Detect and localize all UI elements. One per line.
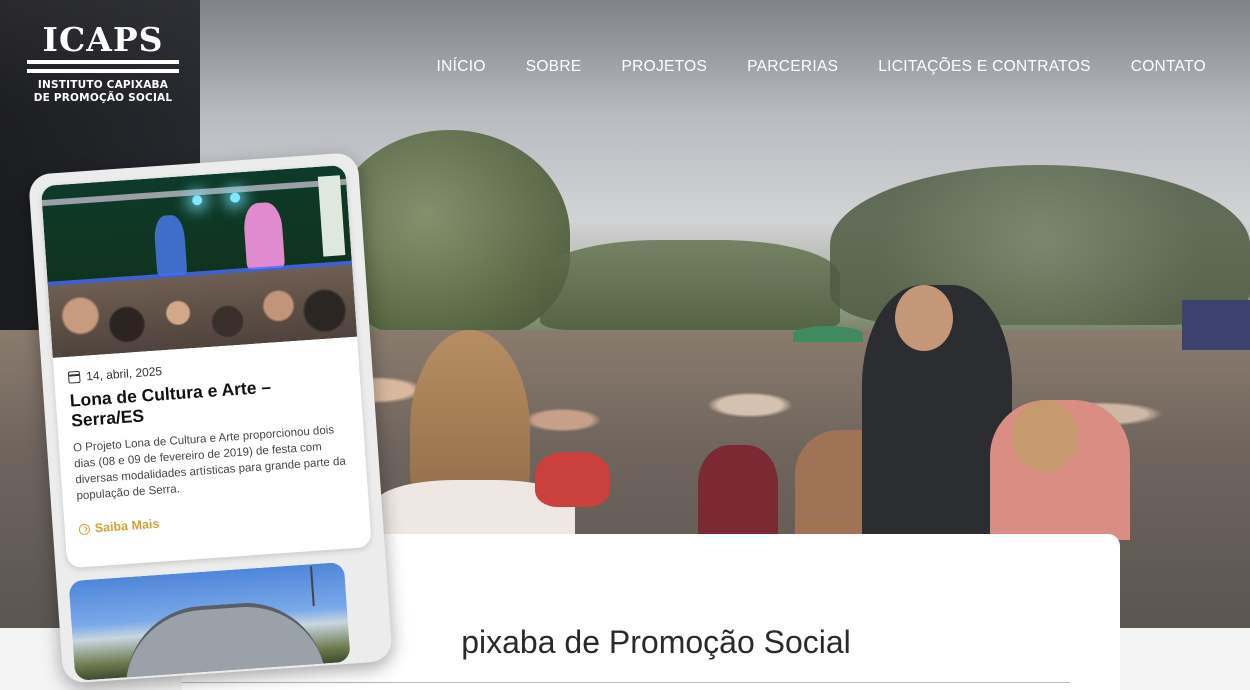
logo-wordmark: ICAPS <box>42 20 164 59</box>
light-pole <box>309 566 315 607</box>
read-more-link[interactable]: Saiba Mais <box>78 503 355 536</box>
main-nav: INÍCIO SOBRE PROJETOS PARCERIAS LICITAÇÕ… <box>437 58 1206 76</box>
nav-item-parcerias[interactable]: PARCERIAS <box>747 58 838 76</box>
site-logo[interactable]: ICAPS INSTITUTO CAPIXABA DE PROMOÇÃO SOC… <box>27 20 179 105</box>
logo-subtitle-line2: DE PROMOÇÃO SOCIAL <box>33 92 173 104</box>
nav-item-projetos[interactable]: PROJETOS <box>621 58 707 76</box>
read-more-label: Saiba Mais <box>94 516 160 536</box>
logo-subtitle: INSTITUTO CAPIXABA DE PROMOÇÃO SOCIAL <box>27 79 179 105</box>
stage-light <box>229 192 241 203</box>
logo-rule <box>27 60 179 64</box>
calendar-icon <box>67 370 81 384</box>
logo-subtitle-line1: INSTITUTO CAPIXABA <box>37 79 169 91</box>
nav-item-inicio[interactable]: INÍCIO <box>437 58 486 76</box>
nav-item-sobre[interactable]: SOBRE <box>526 58 582 76</box>
logo-rule <box>27 69 179 73</box>
nav-item-contato[interactable]: CONTATO <box>1131 58 1206 76</box>
post-date-text: 14, abril, 2025 <box>85 364 163 384</box>
arrow-circle-icon <box>78 523 91 535</box>
performer <box>242 201 286 270</box>
phone-mockup: 14, abril, 2025 Lona de Cultura e Arte –… <box>28 151 403 684</box>
phone-screen: 14, abril, 2025 Lona de Cultura e Arte –… <box>28 151 393 684</box>
performer <box>153 214 188 277</box>
post-card[interactable]: 14, abril, 2025 Lona de Cultura e Arte –… <box>40 164 372 569</box>
nav-item-licitacoes[interactable]: LICITAÇÕES E CONTRATOS <box>878 58 1090 76</box>
intro-divider <box>182 682 1070 683</box>
stage-light <box>191 194 203 206</box>
post-card-next[interactable] <box>68 561 351 681</box>
post-excerpt: O Projeto Lona de Cultura e Arte proporc… <box>72 424 347 503</box>
post-body: 14, abril, 2025 Lona de Cultura e Arte –… <box>53 336 370 537</box>
post-image <box>40 164 358 358</box>
post-image-next <box>68 561 351 681</box>
stage-banner <box>317 175 346 257</box>
